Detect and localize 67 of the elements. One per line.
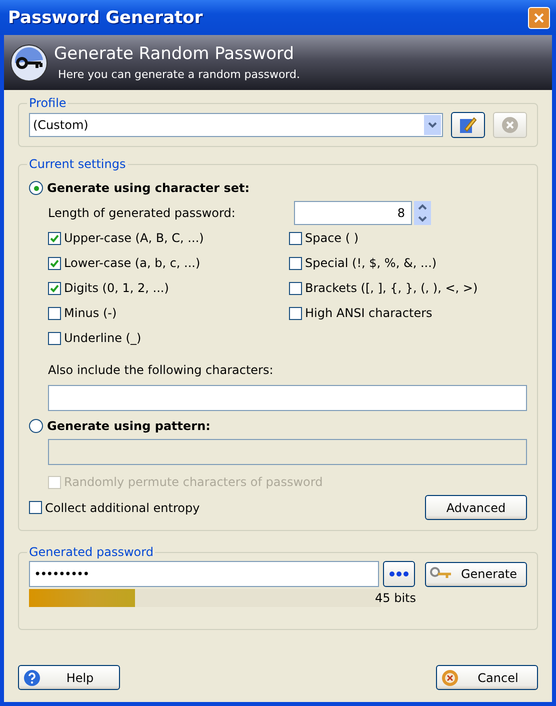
checkbox-label: Space ( ): [305, 231, 359, 245]
key-icon: [10, 44, 48, 82]
show-password-button[interactable]: [383, 561, 415, 587]
checkbox-label: Upper-case (A, B, C, ...): [64, 231, 204, 245]
help-icon: [23, 668, 41, 686]
checkbox-label: Randomly permute characters of password: [64, 475, 323, 489]
checkbox[interactable]: [48, 282, 61, 294]
profile-dropdown[interactable]: (Custom): [29, 113, 443, 137]
length-label: Length of generated password:: [48, 206, 236, 220]
checkbox[interactable]: [48, 256, 61, 270]
bits-label: 45 bits: [375, 591, 416, 605]
pattern-field[interactable]: [48, 439, 527, 465]
checkbox-item[interactable]: Brackets ([, ], {, }, (, ), <, >): [289, 281, 527, 295]
checkbox[interactable]: [48, 232, 61, 244]
checkbox-label: Digits (0, 1, 2, ...): [64, 281, 169, 295]
help-button[interactable]: Help: [18, 665, 120, 690]
checkbox[interactable]: [48, 306, 61, 320]
checkbox-item[interactable]: Minus (-): [48, 306, 289, 320]
close-button[interactable]: [528, 6, 550, 28]
dots-icon: [389, 571, 409, 577]
group-label: Generated password: [28, 545, 154, 559]
checkbox-label: Lower-case (a, b, c, ...): [64, 256, 200, 270]
checkmark-icon: [50, 258, 59, 268]
cancel-button[interactable]: Cancel: [436, 665, 538, 690]
key-icon: [430, 567, 452, 581]
checkbox-label: Brackets ([, ], {, }, (, ), <, >): [305, 281, 478, 295]
checkbox[interactable]: [29, 501, 42, 514]
include-field[interactable]: [48, 385, 527, 411]
chevron-down-icon: [428, 122, 437, 128]
banner-title: Generate Random Password: [54, 44, 295, 64]
checkbox-item[interactable]: Underline (_): [48, 331, 289, 345]
checkbox-label: Minus (-): [64, 306, 117, 320]
radio-button[interactable]: [29, 181, 43, 195]
checkbox-item[interactable]: Digits (0, 1, 2, ...): [48, 281, 289, 295]
checkbox[interactable]: [289, 256, 302, 270]
checkbox-item[interactable]: Special (!, $, %, &, ...): [289, 256, 527, 270]
banner-subtitle: Here you can generate a random password.: [58, 68, 300, 81]
edit-profile-button[interactable]: [451, 112, 485, 138]
pencil-icon: [459, 116, 477, 134]
delete-icon: [501, 116, 519, 134]
length-field[interactable]: 8: [294, 201, 412, 225]
checkbox[interactable]: [289, 282, 302, 294]
radio-label: Generate using character set:: [47, 181, 250, 195]
checkbox-item[interactable]: Space ( ): [289, 231, 527, 245]
checkbox[interactable]: [48, 332, 61, 344]
radio-button[interactable]: [29, 419, 43, 433]
checkbox-label: Special (!, $, %, &, ...): [305, 256, 437, 270]
group-label: Profile: [28, 96, 68, 110]
checkbox-item[interactable]: High ANSI characters: [289, 306, 527, 320]
spin-buttons[interactable]: [414, 201, 431, 225]
checkbox-item[interactable]: Lower-case (a, b, c, ...): [48, 256, 289, 270]
generate-button[interactable]: Generate: [425, 562, 527, 586]
cancel-icon: [441, 668, 459, 686]
password-field[interactable]: •••••••••: [29, 561, 379, 587]
window-title: Password Generator: [8, 8, 203, 28]
radio-label: Generate using pattern:: [47, 419, 210, 433]
advanced-button[interactable]: Advanced: [425, 495, 527, 520]
checkbox[interactable]: [289, 232, 302, 244]
group-label: Current settings: [28, 157, 127, 171]
checkbox-label: High ANSI characters: [305, 306, 432, 320]
checkbox[interactable]: [289, 306, 302, 320]
checkmark-icon: [50, 234, 59, 242]
close-icon: [533, 12, 545, 24]
checkmark-icon: [50, 284, 59, 292]
include-label: Also include the following characters:: [48, 363, 274, 377]
checkbox-item[interactable]: Upper-case (A, B, C, ...): [48, 231, 289, 245]
checkbox-label: Underline (_): [64, 331, 142, 345]
